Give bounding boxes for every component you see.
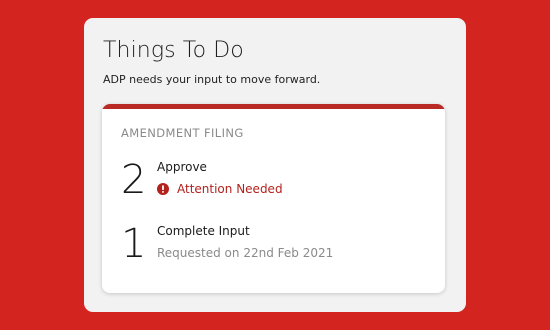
task-count: 2 — [121, 157, 147, 203]
card-title: AMENDMENT FILING — [121, 126, 244, 140]
task-status-label: Requested on 22nd Feb 2021 — [157, 246, 334, 260]
panel-subtitle: ADP needs your input to move forward. — [103, 73, 321, 86]
things-to-do-panel: Things To Do ADP needs your input to mov… — [84, 18, 466, 312]
card-accent-bar — [102, 104, 445, 109]
task-name: Approve — [157, 160, 207, 174]
task-count: 1 — [121, 221, 147, 267]
amendment-filing-card: AMENDMENT FILING 2 Approve Attention Nee… — [102, 104, 445, 293]
task-approve[interactable]: 2 Approve Attention Needed — [121, 156, 431, 204]
task-name: Complete Input — [157, 224, 250, 238]
task-complete-input[interactable]: 1 Complete Input Requested on 22nd Feb 2… — [121, 220, 431, 268]
task-status-label: Attention Needed — [177, 182, 283, 196]
alert-circle-icon — [157, 183, 169, 195]
task-status: Attention Needed — [157, 182, 283, 196]
task-status: Requested on 22nd Feb 2021 — [157, 246, 333, 260]
panel-title: Things To Do — [103, 38, 244, 63]
